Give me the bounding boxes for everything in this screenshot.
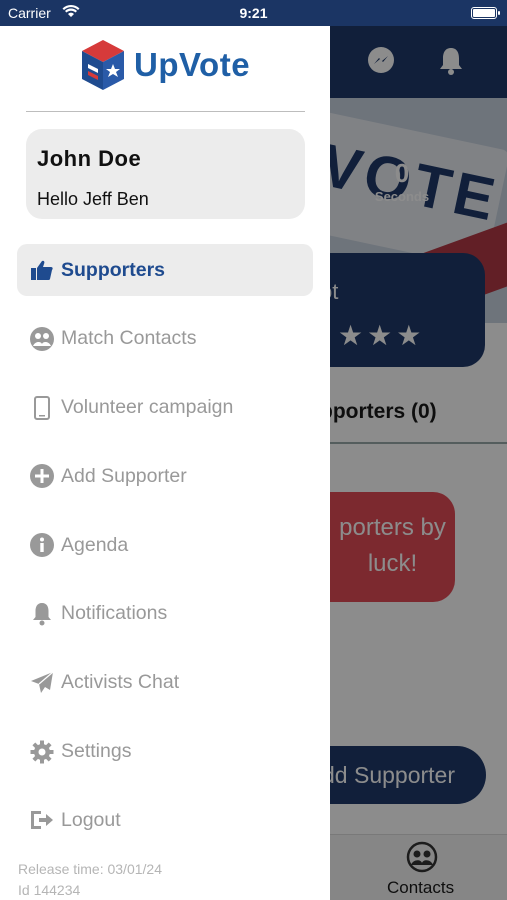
release-time: Release time: 03/01/24 [18, 861, 162, 877]
plus-circle-icon [29, 463, 55, 489]
release-info: Release time: 03/01/24 Id 144234 [18, 859, 162, 900]
menu-label-logout: Logout [61, 808, 121, 831]
menu-label-match-contacts: Match Contacts [61, 327, 197, 350]
upvote-cube-icon [82, 40, 124, 90]
menu-item-notifications[interactable]: Notifications [17, 588, 313, 640]
clock: 9:21 [239, 5, 268, 21]
menu-item-add-supporter[interactable]: Add Supporter [17, 450, 313, 502]
menu-label-add-supporter: Add Supporter [61, 464, 187, 487]
menu-label-volunteer-campaign: Volunteer campaign [61, 396, 234, 419]
menu-item-activists-chat[interactable]: Activists Chat [17, 657, 313, 709]
logo-divider [26, 111, 305, 112]
menu-label-supporters: Supporters [61, 258, 166, 281]
build-id: Id 144234 [18, 882, 81, 898]
menu-item-settings[interactable]: Settings [17, 726, 313, 778]
menu-label-notifications: Notifications [61, 602, 168, 625]
logo-text: UpVote [134, 46, 251, 83]
logout-icon [29, 807, 55, 833]
gear-icon [29, 739, 55, 765]
contacts-icon [29, 326, 55, 352]
menu-item-logout[interactable]: Logout [17, 794, 313, 846]
info-icon [29, 532, 55, 558]
side-drawer: UpVote John Doe Hello Jeff Ben Supporter… [0, 26, 330, 900]
bell-icon [29, 601, 55, 627]
thumbs-up-icon [29, 257, 55, 283]
upvote-logo: UpVote [80, 37, 250, 93]
drawer-menu: Supporters Match Contacts Volunteer camp… [17, 244, 313, 863]
profile-greeting: Hello Jeff Ben [37, 189, 149, 209]
battery-icon [471, 7, 500, 19]
menu-item-agenda[interactable]: Agenda [17, 519, 313, 571]
phone-icon [29, 395, 55, 421]
menu-label-settings: Settings [61, 740, 132, 763]
profile-name: John Doe [37, 146, 142, 171]
status-bar: Carrier 9:21 [0, 0, 507, 26]
menu-label-activists-chat: Activists Chat [61, 671, 180, 694]
profile-card[interactable]: John Doe Hello Jeff Ben [26, 129, 305, 219]
menu-item-supporters[interactable]: Supporters [17, 244, 313, 296]
menu-item-match-contacts[interactable]: Match Contacts [17, 313, 313, 365]
menu-item-volunteer-campaign[interactable]: Volunteer campaign [17, 382, 313, 434]
menu-label-agenda: Agenda [61, 533, 129, 556]
send-icon [29, 670, 55, 696]
